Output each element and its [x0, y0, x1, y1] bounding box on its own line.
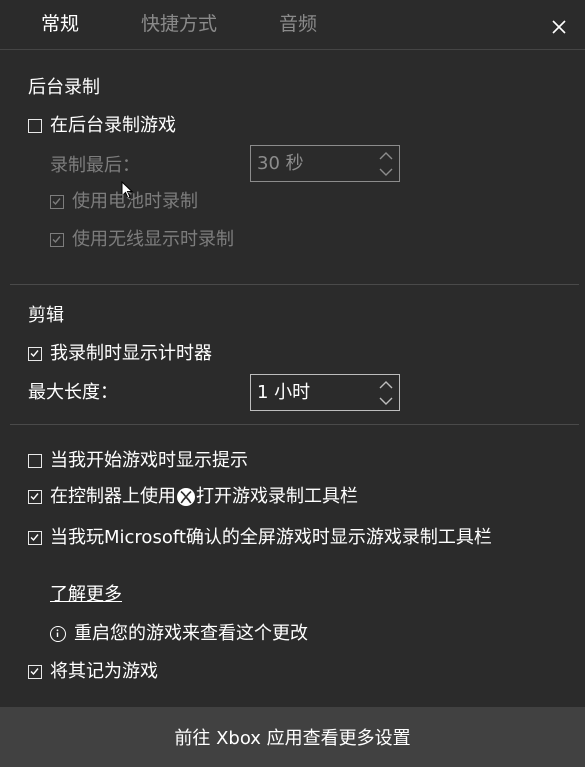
- xbox-app-settings-button[interactable]: 前往 Xbox 应用查看更多设置: [0, 707, 585, 767]
- max-length-label: 最大长度：: [28, 382, 118, 403]
- controller-open-label-post: 打开游戏录制工具栏: [196, 486, 358, 507]
- controller-open-label-pre: 在控制器上使用: [50, 486, 176, 507]
- xbox-logo-icon: [177, 488, 195, 506]
- clips-heading: 剪辑: [28, 305, 64, 326]
- fullscreen-toolbar-checkbox[interactable]: 当我玩Microsoft确认的全屏游戏时显示游戏录制工具栏: [28, 526, 492, 550]
- battery-record-checkbox[interactable]: 使用电池时录制: [50, 190, 198, 214]
- battery-record-label: 使用电池时录制: [72, 191, 198, 212]
- checkbox-box-checked: [50, 195, 64, 209]
- checkbox-box-checked: [28, 531, 42, 545]
- info-icon: [50, 626, 66, 642]
- tab-audio[interactable]: 音频: [279, 10, 317, 38]
- checkbox-box-checked: [28, 490, 42, 504]
- show-timer-label: 我录制时显示计时器: [50, 343, 212, 364]
- wireless-display-record-checkbox[interactable]: 使用无线显示时录制: [50, 228, 234, 252]
- restart-info-text: 重启您的游戏来查看这个更改: [74, 623, 308, 644]
- max-length-spinner[interactable]: 1 小时: [250, 374, 400, 411]
- record-in-background-label: 在后台录制游戏: [50, 115, 176, 136]
- show-timer-checkbox[interactable]: 我录制时显示计时器: [28, 342, 212, 366]
- restart-info: 重启您的游戏来查看这个更改: [50, 622, 308, 646]
- tab-general[interactable]: 常规: [41, 10, 79, 38]
- checkbox-box-checked: [50, 233, 64, 247]
- section-divider: [10, 424, 579, 425]
- show-tips-checkbox[interactable]: 当我开始游戏时显示提示: [28, 449, 248, 473]
- checkbox-box: [28, 454, 42, 468]
- wireless-display-record-label: 使用无线显示时录制: [72, 229, 234, 250]
- remember-as-game-label: 将其记为游戏: [50, 661, 158, 682]
- tab-shortcuts[interactable]: 快捷方式: [141, 10, 217, 38]
- tab-divider: [0, 49, 585, 50]
- learn-more-link[interactable]: 了解更多: [50, 583, 122, 607]
- background-recording-heading: 后台录制: [28, 77, 100, 98]
- record-last-label: 录制最后：: [50, 155, 140, 176]
- record-last-value: 30 秒: [257, 153, 304, 174]
- fullscreen-toolbar-label: 当我玩Microsoft确认的全屏游戏时显示游戏录制工具栏: [50, 527, 492, 548]
- checkbox-box: [28, 119, 42, 133]
- spinner-arrows-icon[interactable]: [377, 149, 395, 179]
- section-divider: [10, 284, 579, 285]
- show-tips-label: 当我开始游戏时显示提示: [50, 450, 248, 471]
- max-length-value: 1 小时: [257, 382, 311, 403]
- checkbox-box-checked: [28, 347, 42, 361]
- record-in-background-checkbox[interactable]: 在后台录制游戏: [28, 114, 176, 138]
- controller-open-toolbar-checkbox[interactable]: 在控制器上使用 打开游戏录制工具栏: [28, 485, 358, 509]
- remember-as-game-checkbox[interactable]: 将其记为游戏: [28, 660, 158, 684]
- close-icon[interactable]: [546, 14, 572, 40]
- spinner-arrows-icon[interactable]: [377, 378, 395, 408]
- record-last-spinner[interactable]: 30 秒: [250, 145, 400, 182]
- checkbox-box-checked: [28, 665, 42, 679]
